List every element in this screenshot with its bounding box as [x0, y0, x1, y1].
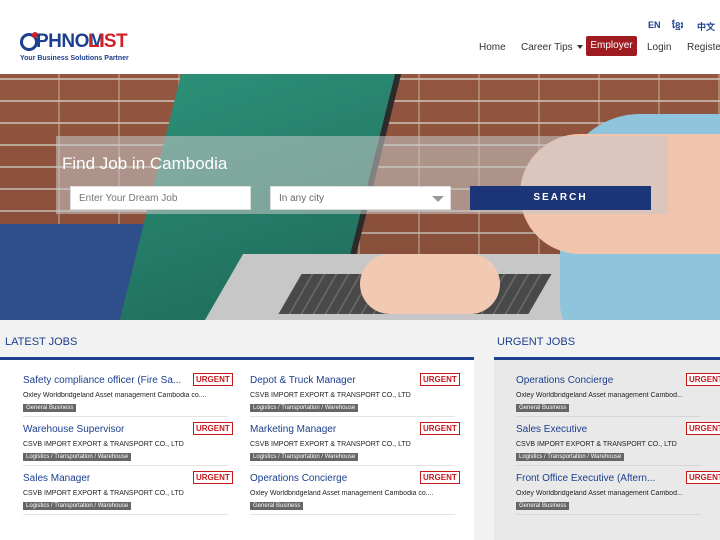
phnomlist-logo[interactable]: PHNOM LIST Your Business Solutions Partn…	[20, 31, 140, 65]
job-title-link[interactable]: Marketing Manager	[250, 424, 410, 435]
nav-home[interactable]: Home	[479, 42, 506, 53]
job-company: CSVB IMPORT EXPORT & TRANSPORT CO., LTD	[516, 441, 677, 448]
site-header: PHNOM LIST Your Business Solutions Partn…	[0, 0, 720, 74]
job-title-link[interactable]: Sales Manager	[23, 473, 183, 484]
latest-jobs-heading: LATEST JOBS	[5, 336, 78, 348]
nav-login[interactable]: Login	[647, 42, 671, 53]
job-card[interactable]: Operations Concierge URGENT Oxley Worldb…	[250, 458, 460, 515]
job-divider	[23, 514, 228, 515]
job-category-tag: Logistics / Transportation / Warehouse	[23, 502, 132, 510]
job-category-tag: General Business	[516, 502, 570, 510]
job-company: CSVB IMPORT EXPORT & TRANSPORT CO., LTD	[23, 441, 184, 448]
job-title-link[interactable]: Sales Executive	[516, 424, 676, 435]
city-select-value: In any city	[279, 193, 325, 204]
job-title-link[interactable]: Front Office Executive (Aftern...	[516, 473, 676, 484]
job-category-tag: General Business	[250, 502, 304, 510]
nav-register[interactable]: Register	[687, 42, 720, 53]
job-card[interactable]: Operations Concierge URGENT Oxley Worldb…	[516, 360, 720, 417]
caret-down-icon	[576, 45, 583, 50]
urgent-badge: URGENT	[193, 373, 233, 386]
urgent-badge: URGENT	[686, 373, 720, 386]
job-company: Oxley Worldbridgeland Asset management C…	[23, 392, 207, 399]
logo-text-list: LIST	[88, 31, 128, 52]
urgent-badge: URGENT	[193, 422, 233, 435]
urgent-badge: URGENT	[420, 373, 460, 386]
city-select[interactable]: In any city	[270, 186, 451, 210]
job-company: Oxley Worldbridgeland Asset management C…	[250, 490, 434, 497]
job-company: Oxley Worldbridgeland Asset management C…	[516, 392, 683, 399]
urgent-badge: URGENT	[686, 471, 720, 484]
latest-jobs-list: Safety compliance officer (Fire Sa... UR…	[0, 360, 474, 540]
urgent-badge: URGENT	[193, 471, 233, 484]
job-divider	[250, 514, 455, 515]
job-divider	[516, 514, 701, 515]
caret-down-icon	[432, 196, 444, 202]
job-card[interactable]: Depot & Truck Manager URGENT CSVB IMPORT…	[250, 360, 460, 417]
nav-career-tips[interactable]: Career Tips	[521, 42, 583, 53]
job-card[interactable]: Warehouse Supervisor URGENT CSVB IMPORT …	[23, 409, 233, 466]
language-en-link[interactable]: EN	[648, 20, 661, 30]
job-keyword-input[interactable]	[70, 186, 251, 210]
hero-photo-hand	[360, 254, 500, 314]
nav-employer-button[interactable]: Employer	[586, 36, 637, 56]
hero-banner: Find Job in Cambodia In any city SEARCH	[0, 74, 720, 320]
job-title-link[interactable]: Safety compliance officer (Fire Sa...	[23, 375, 183, 386]
urgent-badge: URGENT	[686, 422, 720, 435]
language-khmer-link[interactable]: ខ្មែរ	[672, 20, 683, 33]
urgent-jobs-list: Operations Concierge URGENT Oxley Worldb…	[494, 360, 720, 540]
job-title-link[interactable]: Warehouse Supervisor	[23, 424, 183, 435]
job-card[interactable]: Front Office Executive (Aftern... URGENT…	[516, 458, 720, 515]
job-search-panel: Find Job in Cambodia In any city SEARCH	[56, 136, 668, 214]
search-button[interactable]: SEARCH	[470, 186, 651, 210]
logo-tagline: Your Business Solutions Partner	[20, 55, 129, 62]
urgent-badge: URGENT	[420, 471, 460, 484]
job-card[interactable]: Sales Manager URGENT CSVB IMPORT EXPORT …	[23, 458, 233, 515]
job-card[interactable]: Sales Executive URGENT CSVB IMPORT EXPOR…	[516, 409, 720, 466]
job-company: CSVB IMPORT EXPORT & TRANSPORT CO., LTD	[23, 490, 184, 497]
job-company: Oxley Worldbridgeland Asset management C…	[516, 490, 683, 497]
urgent-badge: URGENT	[420, 422, 460, 435]
job-title-link[interactable]: Operations Concierge	[250, 473, 410, 484]
language-chinese-link[interactable]: 中文	[697, 20, 715, 33]
job-title-link[interactable]: Operations Concierge	[516, 375, 676, 386]
job-card[interactable]: Safety compliance officer (Fire Sa... UR…	[23, 360, 233, 417]
job-company: CSVB IMPORT EXPORT & TRANSPORT CO., LTD	[250, 441, 411, 448]
job-card[interactable]: Marketing Manager URGENT CSVB IMPORT EXP…	[250, 409, 460, 466]
nav-career-tips-label: Career Tips	[521, 42, 573, 53]
job-company: CSVB IMPORT EXPORT & TRANSPORT CO., LTD	[250, 392, 411, 399]
job-title-link[interactable]: Depot & Truck Manager	[250, 375, 410, 386]
search-heading: Find Job in Cambodia	[62, 154, 228, 173]
urgent-jobs-heading: URGENT JOBS	[497, 336, 576, 348]
